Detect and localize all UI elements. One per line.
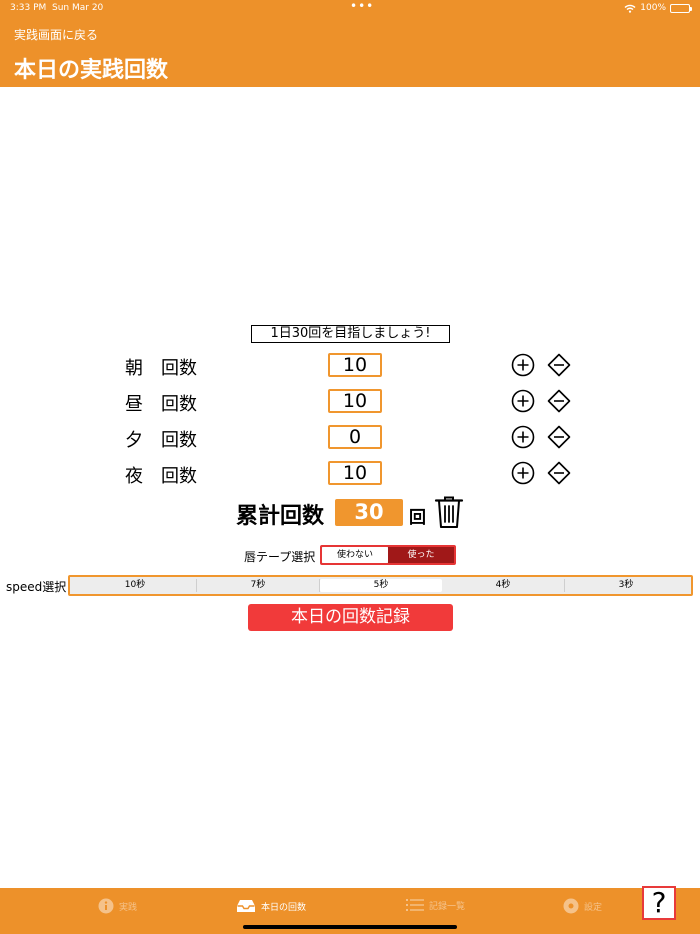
night-minus-icon[interactable] <box>547 461 571 485</box>
status-time: 3:33 PM <box>10 3 47 13</box>
noon-count-label: 昼 回数 <box>125 394 197 415</box>
evening-plus-icon[interactable] <box>511 425 535 449</box>
night-count-value: 10 <box>328 461 382 485</box>
morning-minus-icon[interactable] <box>547 353 571 377</box>
evening-count-value: 0 <box>328 425 382 449</box>
tab-record-list[interactable]: 記録一覧 <box>406 898 465 912</box>
speed-option-3s[interactable]: 3秒 <box>565 579 687 592</box>
status-bar: 3:33 PM Sun Mar 20 ••• 100% <box>10 0 692 17</box>
battery-icon <box>670 3 692 13</box>
page-title: 本日の実践回数 <box>14 58 169 83</box>
help-button[interactable]: ? <box>642 886 676 920</box>
speed-option-5s[interactable]: 5秒 <box>320 579 442 592</box>
morning-count-value: 10 <box>328 353 382 377</box>
speed-segmented-control: 10秒 7秒 5秒 4秒 3秒 <box>68 575 693 596</box>
tab-practice-label: 実践 <box>119 902 138 913</box>
multitask-dots[interactable]: ••• <box>350 0 374 13</box>
tab-practice[interactable]: 実践 <box>98 898 137 914</box>
tab-settings-label: 設定 <box>584 902 603 913</box>
wifi-icon <box>624 4 636 13</box>
morning-count-label: 朝 回数 <box>125 358 197 379</box>
tab-today-count[interactable]: 本日の回数 <box>236 898 306 914</box>
noon-plus-icon[interactable] <box>511 389 535 413</box>
total-count-label: 累計回数 <box>236 504 325 529</box>
speed-option-4s[interactable]: 4秒 <box>442 579 565 592</box>
speed-option-7s[interactable]: 7秒 <box>197 579 320 592</box>
tape-segmented-control: 使わない 使った <box>320 545 456 565</box>
evening-count-label: 夕 回数 <box>125 430 197 451</box>
tape-option-used[interactable]: 使った <box>388 547 454 563</box>
speed-option-10s[interactable]: 10秒 <box>74 579 197 592</box>
home-indicator <box>243 925 457 929</box>
tape-select-label: 唇テープ選択 <box>244 550 316 564</box>
gear-icon <box>563 898 579 914</box>
tape-option-unused[interactable]: 使わない <box>322 547 388 563</box>
tab-record-list-label: 記録一覧 <box>429 901 466 912</box>
back-button[interactable]: 実践画面に戻る <box>14 26 98 43</box>
list-icon <box>406 899 424 911</box>
total-count-unit: 回 <box>409 508 426 528</box>
evening-minus-icon[interactable] <box>547 425 571 449</box>
trash-icon[interactable] <box>434 495 464 529</box>
status-date: Sun Mar 20 <box>52 3 104 13</box>
goal-banner: 1日30回を目指しましょう! <box>251 325 450 343</box>
speed-select-label: speed選択 <box>6 580 67 594</box>
noon-minus-icon[interactable] <box>547 389 571 413</box>
tab-settings[interactable]: 設定 <box>563 898 602 914</box>
night-count-label: 夜 回数 <box>125 466 197 487</box>
night-plus-icon[interactable] <box>511 461 535 485</box>
battery-percent: 100% <box>640 3 666 13</box>
tray-icon <box>237 900 255 912</box>
total-count-value: 30 <box>335 499 403 526</box>
info-circle-icon <box>98 898 114 914</box>
tab-today-count-label: 本日の回数 <box>261 902 307 913</box>
noon-count-value: 10 <box>328 389 382 413</box>
record-today-button[interactable]: 本日の回数記録 <box>248 604 453 631</box>
status-right: 100% <box>624 3 692 13</box>
morning-plus-icon[interactable] <box>511 353 535 377</box>
navigation-header: 3:33 PM Sun Mar 20 ••• 100% 実践画面に戻る 本日の実… <box>0 0 700 87</box>
